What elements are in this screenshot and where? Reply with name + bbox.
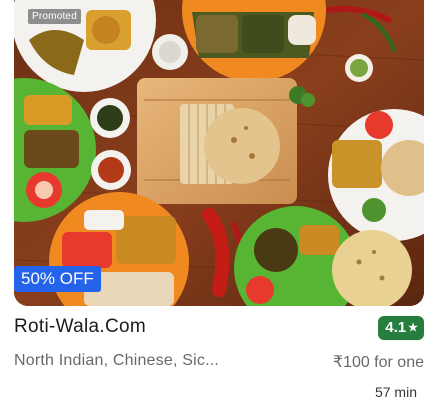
rating-badge: 4.1 ★ — [378, 316, 424, 340]
cuisines-text: North Indian, Chinese, Sic... — [14, 352, 220, 369]
restaurant-image[interactable] — [14, 0, 424, 306]
rating-value: 4.1 — [385, 319, 407, 336]
delivery-time: 57 min — [374, 384, 417, 400]
restaurant-card[interactable]: Promoted 50% OFF Roti-Wala.Com 4.1 ★ Nor… — [0, 0, 435, 408]
star-icon: ★ — [408, 322, 418, 334]
offer-badge: 50% OFF — [14, 266, 101, 292]
restaurant-name[interactable]: Roti-Wala.Com — [14, 316, 146, 338]
price-for-one: ₹100 for one — [332, 354, 424, 371]
food-photo — [14, 0, 424, 306]
promoted-badge: Promoted — [28, 9, 81, 24]
